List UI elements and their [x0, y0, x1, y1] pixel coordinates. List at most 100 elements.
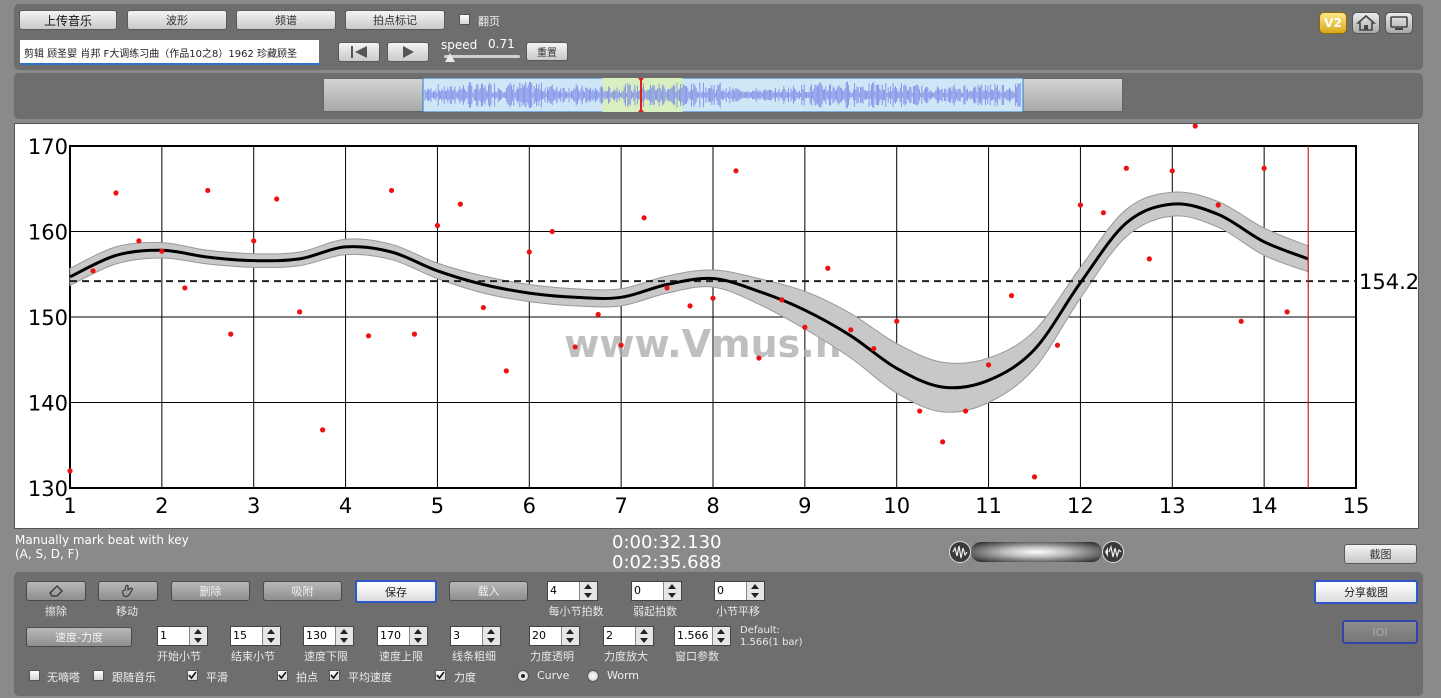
erase-button[interactable] [26, 581, 86, 601]
waveform-button[interactable]: 波形 [127, 10, 227, 30]
beat-points[interactable] [67, 124, 1290, 480]
worm-radio[interactable] [587, 670, 599, 682]
beat-point[interactable] [411, 331, 418, 337]
beat-point[interactable] [159, 248, 165, 254]
beat-point[interactable] [228, 331, 234, 337]
beat-point[interactable] [802, 324, 808, 330]
metronome-checkbox[interactable] [29, 670, 40, 681]
stepper-arrows-icon[interactable] [561, 627, 579, 645]
volume-track[interactable] [971, 542, 1102, 562]
ioi-button[interactable]: IOI [1342, 620, 1418, 644]
beat-point[interactable] [320, 427, 326, 433]
beat-point[interactable] [963, 408, 969, 414]
avg-tempo-checkbox[interactable] [329, 670, 340, 681]
tempo-max-stepper[interactable]: 170 [377, 626, 428, 646]
upload-music-button[interactable]: 上传音乐 [19, 10, 117, 30]
tempo-dynamics-mode-button[interactable]: 速度-力度 [26, 627, 132, 647]
beat-point[interactable] [182, 285, 188, 291]
start-bar-stepper[interactable]: 1 [157, 626, 208, 646]
beat-point[interactable] [1238, 318, 1244, 324]
beat-point[interactable] [825, 265, 831, 271]
screenshot-button[interactable]: 截图 [1344, 544, 1417, 564]
move-button[interactable] [98, 581, 158, 601]
beat-point[interactable] [917, 408, 923, 414]
curve-radio[interactable] [517, 670, 529, 682]
beat-point[interactable] [595, 311, 601, 318]
line-width-stepper[interactable]: 3 [450, 626, 501, 646]
volume-slider[interactable] [949, 540, 1124, 564]
snap-button[interactable]: 吸附 [263, 581, 342, 601]
beat-point[interactable] [365, 333, 372, 339]
beat-point[interactable] [67, 468, 73, 474]
save-button[interactable]: 保存 [355, 580, 437, 603]
stepper-arrows-icon[interactable] [409, 627, 427, 645]
dynamics-checkbox[interactable] [435, 670, 446, 681]
fullscreen-button[interactable] [1385, 12, 1413, 34]
beat-point[interactable] [297, 309, 303, 315]
beat-point[interactable] [526, 249, 532, 255]
stepper-arrows-icon[interactable] [579, 582, 597, 600]
beat-point[interactable] [113, 190, 119, 196]
beat-point[interactable] [205, 187, 211, 194]
beat-point[interactable] [480, 304, 486, 311]
stepper-arrows-icon[interactable] [335, 627, 353, 645]
overview-waveform[interactable] [323, 78, 1123, 112]
stepper-arrows-icon[interactable] [746, 582, 764, 600]
overview-bar[interactable] [323, 78, 1123, 112]
beat-point[interactable] [1261, 165, 1267, 171]
beat-point[interactable] [388, 187, 395, 194]
beat-point[interactable] [687, 303, 693, 309]
beat-point[interactable] [940, 439, 946, 445]
load-button[interactable]: 载入 [449, 581, 528, 601]
beat-point[interactable] [985, 362, 992, 368]
stepper-arrows-icon[interactable] [635, 627, 653, 645]
dynamics-transparency-stepper[interactable]: 20 [529, 626, 580, 646]
v2-button[interactable]: V2 [1319, 12, 1347, 34]
beat-point[interactable] [1215, 202, 1221, 208]
beat-point[interactable] [1077, 202, 1084, 208]
beat-point[interactable] [572, 344, 578, 350]
beat-point[interactable] [1054, 342, 1061, 348]
rewind-button[interactable] [338, 42, 380, 62]
beat-point[interactable] [1169, 168, 1175, 174]
beat-point-checkbox[interactable] [277, 670, 288, 681]
beat-point[interactable] [664, 285, 670, 291]
beats-per-bar-stepper[interactable]: 4 [547, 581, 598, 601]
beat-point[interactable] [549, 228, 555, 235]
beat-point[interactable] [90, 268, 96, 274]
beat-point[interactable] [1123, 165, 1129, 171]
beat-point[interactable] [457, 201, 463, 207]
beat-point[interactable] [503, 368, 509, 374]
beat-point[interactable] [894, 318, 900, 324]
beat-point[interactable] [756, 355, 762, 361]
dynamics-zoom-stepper[interactable]: 2 [603, 626, 654, 646]
beat-point[interactable] [1031, 474, 1038, 480]
reset-speed-button[interactable]: 重置 [526, 42, 568, 61]
end-bar-stepper[interactable]: 15 [230, 626, 281, 646]
beat-point[interactable] [1100, 210, 1106, 216]
share-screenshot-button[interactable]: 分享截图 [1314, 580, 1418, 604]
beat-point[interactable] [434, 222, 441, 229]
page-turn-checkbox[interactable] [459, 14, 470, 25]
beat-point[interactable] [779, 297, 785, 303]
beat-point[interactable] [1008, 293, 1015, 299]
beat-point[interactable] [274, 196, 280, 202]
spectrum-button[interactable]: 频谱 [236, 10, 336, 30]
beat-point[interactable] [641, 215, 647, 221]
stepper-arrows-icon[interactable] [663, 582, 681, 600]
beat-point[interactable] [710, 295, 716, 301]
beat-point[interactable] [871, 346, 877, 352]
beat-point[interactable] [251, 238, 257, 244]
speed-slider-track[interactable] [444, 55, 520, 58]
beat-point[interactable] [618, 342, 624, 348]
home-button[interactable] [1352, 12, 1380, 34]
beat-point[interactable] [848, 327, 854, 333]
stepper-arrows-icon[interactable] [189, 627, 207, 645]
stepper-arrows-icon[interactable] [482, 627, 500, 645]
bar-shift-stepper[interactable]: 0 [714, 581, 765, 601]
window-param-stepper[interactable]: 1.566 [674, 626, 731, 646]
play-button[interactable] [387, 42, 429, 62]
tempo-min-stepper[interactable]: 130 [303, 626, 354, 646]
beat-point[interactable] [1192, 124, 1198, 129]
stepper-arrows-icon[interactable] [712, 627, 730, 645]
